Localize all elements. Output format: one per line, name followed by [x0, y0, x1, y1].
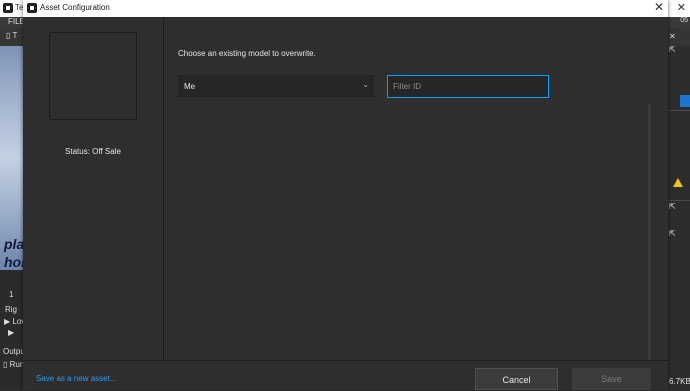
scrollbar[interactable]	[648, 104, 651, 360]
panel-number: 1	[9, 290, 14, 299]
menu-right-text: 05	[680, 17, 688, 24]
right-float-icon[interactable]: ⇱	[669, 45, 676, 54]
right-divider	[668, 110, 690, 111]
save-as-new-asset-link[interactable]: Save as a new asset...	[36, 374, 117, 383]
warning-icon	[673, 178, 683, 187]
background-viewport[interactable]: pla hol	[0, 46, 23, 270]
right-blue-button[interactable]	[680, 95, 690, 107]
script-icon: ▯	[3, 360, 8, 369]
filter-id-input[interactable]	[387, 75, 549, 98]
cancel-button[interactable]: Cancel	[475, 368, 558, 390]
panel-run-item[interactable]: ▯ Run	[3, 360, 24, 369]
overwrite-pane: Choose an existing model to overwrite. M…	[164, 17, 648, 360]
expand-arrow-icon: ▶	[8, 328, 15, 337]
dialog-footer: Save as a new asset... Cancel Save	[23, 360, 668, 390]
expand-arrow-icon: ▶	[4, 317, 11, 326]
right-size-label: 6.7KB	[669, 377, 690, 386]
asset-thumbnail	[49, 32, 137, 120]
chevron-down-icon: ⌄	[362, 80, 369, 89]
panel-item-rig[interactable]: Rig	[5, 305, 17, 314]
status-label: Status: Off Sale	[65, 147, 121, 156]
right-divider	[668, 200, 690, 201]
instruction-text: Choose an existing model to overwrite.	[178, 49, 316, 58]
dialog-title: Asset Configuration	[40, 3, 110, 12]
panel-item-child[interactable]: ▶	[8, 328, 14, 337]
close-icon[interactable]: ✕	[654, 0, 664, 14]
studio-logo-icon	[3, 3, 13, 13]
save-button[interactable]: Save	[572, 368, 651, 390]
viewport-text-2: hol	[4, 254, 23, 270]
panel-output-tab[interactable]: Outpu	[3, 347, 25, 356]
document-icon: ▯	[6, 31, 11, 40]
right-close-icon[interactable]: ✕	[669, 32, 676, 41]
viewport-text-1: pla	[4, 236, 23, 252]
asset-configuration-dialog: Asset Configuration ✕ Status: Off Sale C…	[23, 0, 668, 390]
asset-preview-pane: Status: Off Sale	[23, 17, 164, 360]
owner-dropdown[interactable]: Me ⌄	[178, 75, 374, 97]
background-tab-label: T	[12, 31, 18, 40]
background-explorer-panel: 1 Rig ▶ Lov ▶ Outpu ▯ Run	[0, 270, 25, 389]
right-float-icon-2[interactable]: ⇱	[669, 202, 676, 211]
dialog-titlebar: Asset Configuration ✕	[23, 0, 668, 17]
right-float-icon-3[interactable]: ⇱	[669, 229, 676, 238]
owner-dropdown-value: Me	[184, 82, 196, 91]
studio-logo-icon	[27, 3, 37, 13]
background-tab[interactable]: ▯ T	[6, 31, 17, 40]
background-close-icon[interactable]: ✕	[677, 1, 686, 14]
